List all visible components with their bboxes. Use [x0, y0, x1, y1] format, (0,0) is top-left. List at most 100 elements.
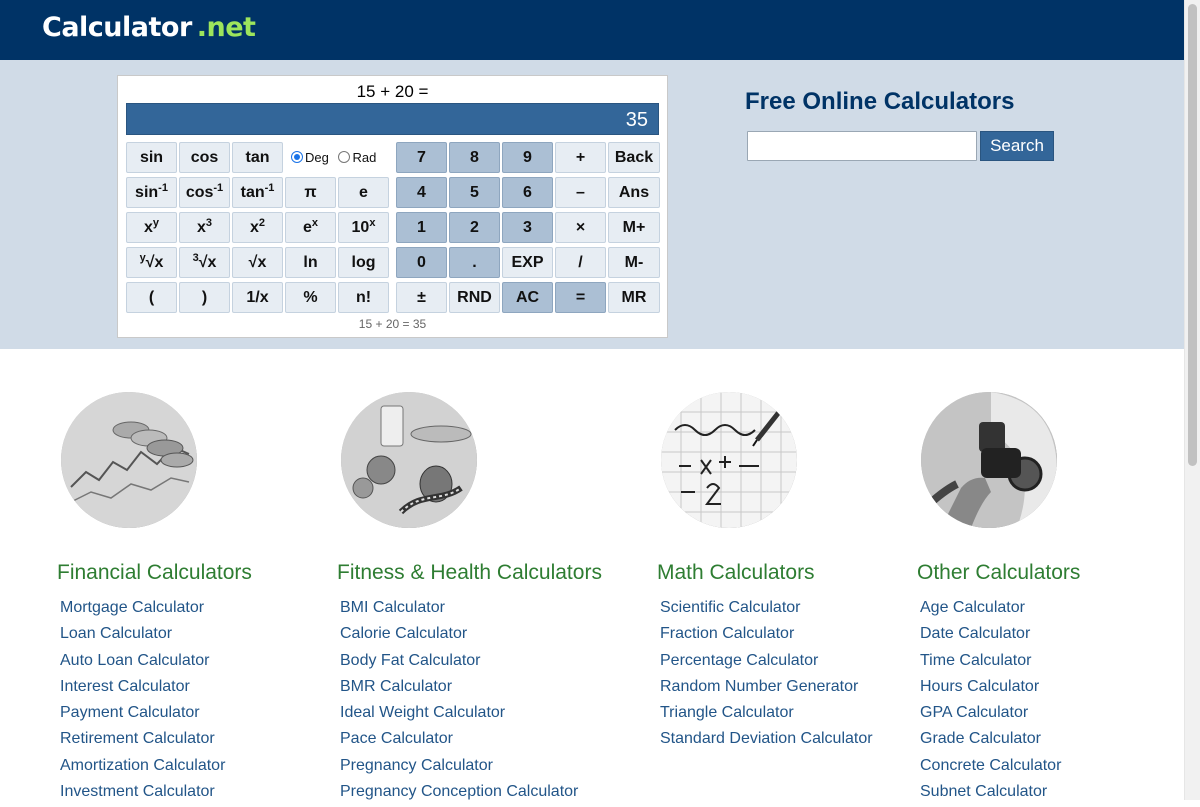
memory-minus-button[interactable]: M- — [608, 247, 660, 278]
category-title[interactable]: Math Calculators — [657, 561, 815, 585]
category-link[interactable]: Percentage Calculator — [660, 650, 873, 676]
cube-button[interactable]: x3 — [179, 212, 230, 243]
fitness-food-image[interactable] — [341, 392, 477, 528]
rad-label: Rad — [352, 150, 377, 165]
pi-button[interactable]: π — [285, 177, 336, 208]
category-link[interactable]: Date Calculator — [920, 623, 1061, 649]
divide-button[interactable]: / — [555, 247, 606, 278]
category-link[interactable]: Amortization Calculator — [60, 755, 225, 781]
exp-e-button[interactable]: ex — [285, 212, 336, 243]
right-paren-button[interactable]: ) — [179, 282, 230, 313]
category-link[interactable]: Pregnancy Conception Calculator — [340, 781, 578, 807]
sin-button[interactable]: sin — [126, 142, 177, 173]
site-header: Calculator .net — [0, 0, 1184, 60]
power-button[interactable]: xy — [126, 212, 177, 243]
site-logo[interactable]: Calculator .net — [42, 12, 256, 43]
percent-button[interactable]: % — [285, 282, 336, 313]
category-link[interactable]: Random Number Generator — [660, 676, 873, 702]
category-link[interactable]: BMR Calculator — [340, 676, 578, 702]
random-button[interactable]: RND — [449, 282, 500, 313]
log-button[interactable]: log — [338, 247, 389, 278]
category-link[interactable]: Time Calculator — [920, 650, 1061, 676]
e-button[interactable]: e — [338, 177, 389, 208]
left-paren-button[interactable]: ( — [126, 282, 177, 313]
calculator-history: 15 + 20 = 35 — [358, 317, 427, 331]
calculator-expression: 15 + 20 = — [356, 82, 429, 101]
category-link[interactable]: Mortgage Calculator — [60, 597, 225, 623]
coins-chart-image[interactable] — [61, 392, 197, 528]
memory-recall-button[interactable]: MR — [608, 282, 660, 313]
search-input[interactable] — [747, 131, 977, 161]
all-clear-button[interactable]: AC — [502, 282, 553, 313]
category-title[interactable]: Financial Calculators — [57, 561, 252, 585]
multiply-button[interactable]: × — [555, 212, 606, 243]
digit-2-button[interactable]: 2 — [449, 212, 500, 243]
cos-button[interactable]: cos — [179, 142, 230, 173]
category-link[interactable]: Triangle Calculator — [660, 702, 873, 728]
category-title[interactable]: Other Calculators — [917, 561, 1080, 585]
category-link[interactable]: Investment Calculator — [60, 781, 225, 807]
category-link[interactable]: Body Fat Calculator — [340, 650, 578, 676]
digit-8-button[interactable]: 8 — [449, 142, 500, 173]
acos-button[interactable]: cos-1 — [179, 177, 230, 208]
nth-root-button[interactable]: y√x — [126, 247, 177, 278]
square-root-button[interactable]: √x — [232, 247, 283, 278]
category-links: Age Calculator Date Calculator Time Calc… — [920, 597, 1061, 807]
ln-button[interactable]: ln — [285, 247, 336, 278]
equals-button[interactable]: = — [555, 282, 606, 313]
digit-9-button[interactable]: 9 — [502, 142, 553, 173]
cube-root-button[interactable]: 3√x — [179, 247, 230, 278]
digit-6-button[interactable]: 6 — [502, 177, 553, 208]
category-link[interactable]: Retirement Calculator — [60, 728, 225, 754]
plus-button[interactable]: + — [555, 142, 606, 173]
exp-button[interactable]: EXP — [502, 247, 553, 278]
deg-radio[interactable] — [291, 151, 303, 163]
category-link[interactable]: BMI Calculator — [340, 597, 578, 623]
category-title[interactable]: Fitness & Health Calculators — [337, 561, 602, 585]
category-link[interactable]: Auto Loan Calculator — [60, 650, 225, 676]
rad-radio[interactable] — [338, 151, 351, 163]
category-link[interactable]: Calorie Calculator — [340, 623, 578, 649]
category-link[interactable]: Pregnancy Calculator — [340, 755, 578, 781]
category-link[interactable]: Standard Deviation Calculator — [660, 728, 873, 754]
digit-0-button[interactable]: 0 — [396, 247, 447, 278]
category-link[interactable]: Payment Calculator — [60, 702, 225, 728]
search-button[interactable]: Search — [980, 131, 1054, 161]
fuel-pump-image[interactable] — [921, 392, 1057, 528]
category-link[interactable]: Grade Calculator — [920, 728, 1061, 754]
back-button[interactable]: Back — [608, 142, 660, 173]
category-link[interactable]: Loan Calculator — [60, 623, 225, 649]
factorial-button[interactable]: n! — [338, 282, 389, 313]
category-link[interactable]: Scientific Calculator — [660, 597, 873, 623]
digit-7-button[interactable]: 7 — [396, 142, 447, 173]
tan-button[interactable]: tan — [232, 142, 283, 173]
reciprocal-button[interactable]: 1/x — [232, 282, 283, 313]
scrollbar-thumb[interactable] — [1188, 4, 1197, 466]
page-scrollbar[interactable] — [1184, 0, 1200, 800]
atan-button[interactable]: tan-1 — [232, 177, 283, 208]
category-link[interactable]: Hours Calculator — [920, 676, 1061, 702]
cube-root-x: x — [207, 254, 217, 271]
category-link[interactable]: Pace Calculator — [340, 728, 578, 754]
minus-button[interactable]: – — [555, 177, 606, 208]
category-link[interactable]: Interest Calculator — [60, 676, 225, 702]
digit-3-button[interactable]: 3 — [502, 212, 553, 243]
category-link[interactable]: Subnet Calculator — [920, 781, 1061, 807]
square-button[interactable]: x2 — [232, 212, 283, 243]
plus-minus-button[interactable]: ± — [396, 282, 447, 313]
category-link[interactable]: Fraction Calculator — [660, 623, 873, 649]
ten-power-button[interactable]: 10x — [338, 212, 389, 243]
category-link[interactable]: Age Calculator — [920, 597, 1061, 623]
digit-1-button[interactable]: 1 — [396, 212, 447, 243]
math-formula-image[interactable] — [661, 392, 797, 528]
acos-label: cos — [185, 184, 214, 201]
memory-plus-button[interactable]: M+ — [608, 212, 660, 243]
category-link[interactable]: Ideal Weight Calculator — [340, 702, 578, 728]
category-link[interactable]: GPA Calculator — [920, 702, 1061, 728]
decimal-button[interactable]: . — [449, 247, 500, 278]
digit-4-button[interactable]: 4 — [396, 177, 447, 208]
category-link[interactable]: Concrete Calculator — [920, 755, 1061, 781]
asin-button[interactable]: sin-1 — [126, 177, 177, 208]
digit-5-button[interactable]: 5 — [449, 177, 500, 208]
ans-button[interactable]: Ans — [608, 177, 660, 208]
